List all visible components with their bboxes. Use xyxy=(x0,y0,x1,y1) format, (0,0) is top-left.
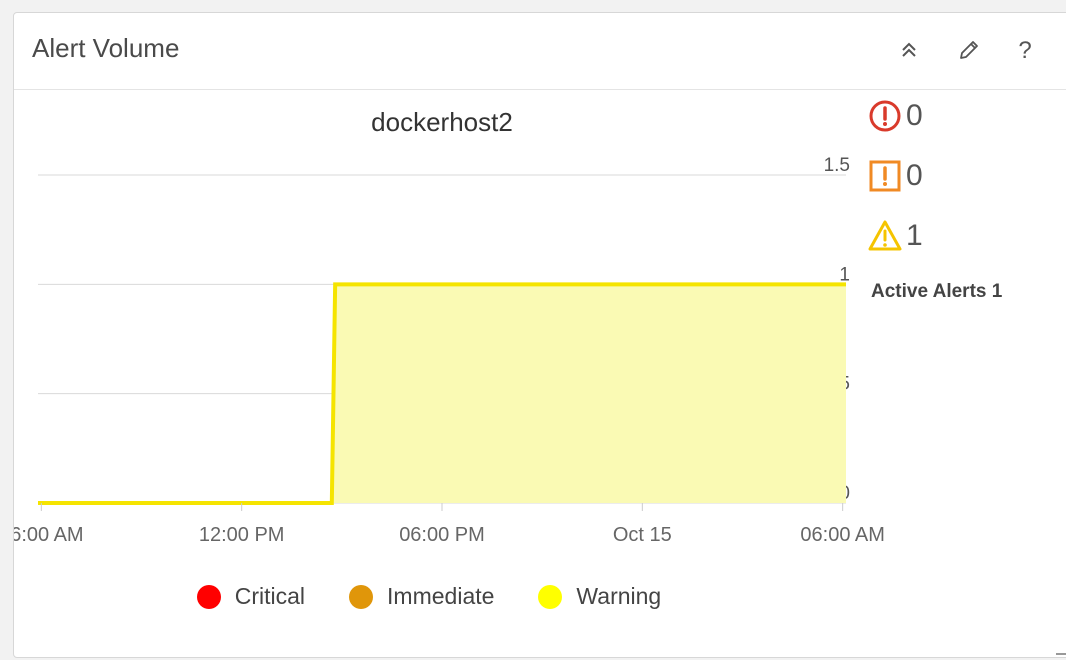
legend-label: Warning xyxy=(576,583,662,609)
chart-title: dockerhost2 xyxy=(371,107,513,137)
legend-swatch xyxy=(196,584,221,609)
legend-label: Critical xyxy=(234,583,306,609)
critical-alert-icon xyxy=(869,100,901,132)
x-tick-label: 06:00 AM xyxy=(800,524,885,546)
legend-item-immediate[interactable]: Immediate xyxy=(349,583,494,610)
legend-label: Immediate xyxy=(387,583,495,609)
x-tick-label: 06:00 PM xyxy=(399,524,485,546)
critical-count: 0 xyxy=(906,99,923,132)
legend-item-critical[interactable]: Critical xyxy=(196,583,306,610)
x-tick-label: 06:00 AM xyxy=(14,524,84,546)
immediate-count: 0 xyxy=(906,159,923,192)
legend-swatch xyxy=(538,584,563,609)
chart-legend: Critical Immediate Warning xyxy=(14,583,844,610)
legend-swatch xyxy=(349,584,374,609)
warning-alert-icon xyxy=(868,220,902,251)
resize-handle[interactable] xyxy=(1056,643,1066,655)
warning-count-stat: 1 xyxy=(868,219,923,253)
x-tick-label: Oct 15 xyxy=(613,524,672,546)
legend-item-warning[interactable]: Warning xyxy=(538,583,661,610)
alert-volume-panel: Alert Volume ? dockerhost200.511.506:00 … xyxy=(13,12,1066,658)
x-tick-label: 12:00 PM xyxy=(199,524,285,546)
immediate-alert-icon xyxy=(869,160,901,192)
critical-count-stat: 0 xyxy=(868,99,923,133)
warning-count: 1 xyxy=(906,219,923,252)
active-alerts-label: Active Alerts 1 xyxy=(871,281,1003,302)
y-tick-label: 1.5 xyxy=(824,155,850,176)
immediate-count-stat: 0 xyxy=(868,159,923,193)
y-tick-label: 1 xyxy=(839,264,850,285)
